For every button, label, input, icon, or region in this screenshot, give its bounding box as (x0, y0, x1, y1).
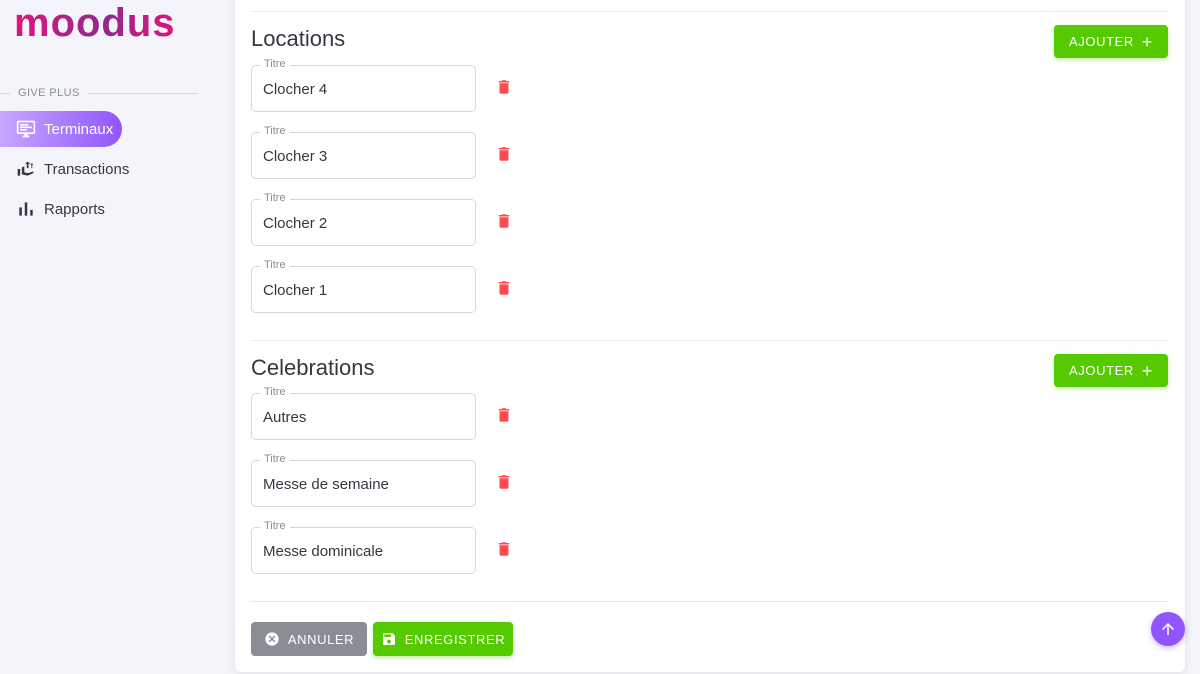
location-title-input[interactable] (263, 79, 463, 99)
save-icon (382, 633, 395, 645)
celebration-title-input[interactable] (263, 541, 463, 561)
field-label: Titre (260, 58, 290, 70)
location-title-field[interactable]: Titre (251, 125, 476, 179)
divider-top (251, 11, 1168, 12)
scroll-to-top-button[interactable] (1151, 612, 1185, 646)
moodus-logo[interactable]: moodus (14, 6, 204, 42)
monitor-icon (16, 119, 36, 139)
location-title-field[interactable]: Titre (251, 192, 476, 246)
delete-location-icon[interactable] (495, 278, 513, 298)
arrow-up-icon (1162, 623, 1174, 635)
save-label: ENREGISTRER (404, 631, 506, 647)
field-label: Titre (260, 259, 290, 271)
delete-location-icon[interactable] (495, 144, 513, 164)
sidebar: moodus GIVE PLUS Terminaux Transactions … (0, 0, 235, 674)
cancel-button[interactable]: ANNULER (251, 622, 367, 656)
celebrations-title: Celebrations (251, 355, 375, 380)
celebration-title-input[interactable] (263, 407, 463, 427)
sidebar-item-rapports[interactable]: Rapports (0, 191, 105, 227)
bar-chart-icon (16, 199, 36, 219)
section-header-label: GIVE PLUS (18, 87, 80, 99)
divider-middle (251, 340, 1168, 341)
logo-text: moodus (14, 6, 176, 42)
add-celebration-button[interactable]: AJOUTER + (1054, 354, 1168, 387)
divider-bottom (251, 601, 1168, 602)
field-label: Titre (260, 386, 290, 398)
add-location-label: AJOUTER (1069, 34, 1134, 49)
divider-line (87, 92, 198, 94)
section-header-give-plus: GIVE PLUS (0, 86, 210, 100)
delete-location-icon[interactable] (495, 211, 513, 231)
divider-line (0, 92, 10, 94)
location-title-input[interactable] (263, 280, 463, 300)
hand-coin-icon (16, 159, 36, 179)
delete-celebration-icon[interactable] (495, 405, 513, 425)
plus-icon: + (1141, 31, 1153, 52)
delete-location-icon[interactable] (495, 77, 513, 97)
plus-icon: + (1141, 360, 1153, 381)
location-title-field[interactable]: Titre (251, 58, 476, 112)
field-label: Titre (260, 125, 290, 137)
celebration-title-field[interactable]: Titre (251, 520, 476, 574)
cancel-circle-icon (265, 632, 279, 646)
celebration-title-field[interactable]: Titre (251, 453, 476, 507)
location-title-field[interactable]: Titre (251, 259, 476, 313)
sidebar-item-label: Rapports (44, 200, 105, 218)
sidebar-item-label: Transactions (44, 160, 130, 178)
sidebar-item-label: Terminaux (44, 120, 114, 138)
locations-title: Locations (251, 26, 346, 51)
delete-celebration-icon[interactable] (495, 539, 513, 559)
field-label: Titre (260, 192, 290, 204)
save-button[interactable]: ENREGISTRER (373, 622, 513, 656)
cancel-label: ANNULER (287, 631, 355, 647)
sidebar-item-terminaux[interactable]: Terminaux (0, 111, 122, 147)
celebration-title-input[interactable] (263, 474, 463, 494)
delete-celebration-icon[interactable] (495, 472, 513, 492)
celebration-title-field[interactable]: Titre (251, 386, 476, 440)
sidebar-item-transactions[interactable]: Transactions (0, 151, 129, 187)
field-label: Titre (260, 453, 290, 465)
location-title-input[interactable] (263, 146, 463, 166)
add-celebration-label: AJOUTER (1069, 363, 1134, 378)
location-title-input[interactable] (263, 213, 463, 233)
add-location-button[interactable]: AJOUTER + (1054, 25, 1168, 58)
field-label: Titre (260, 520, 290, 532)
